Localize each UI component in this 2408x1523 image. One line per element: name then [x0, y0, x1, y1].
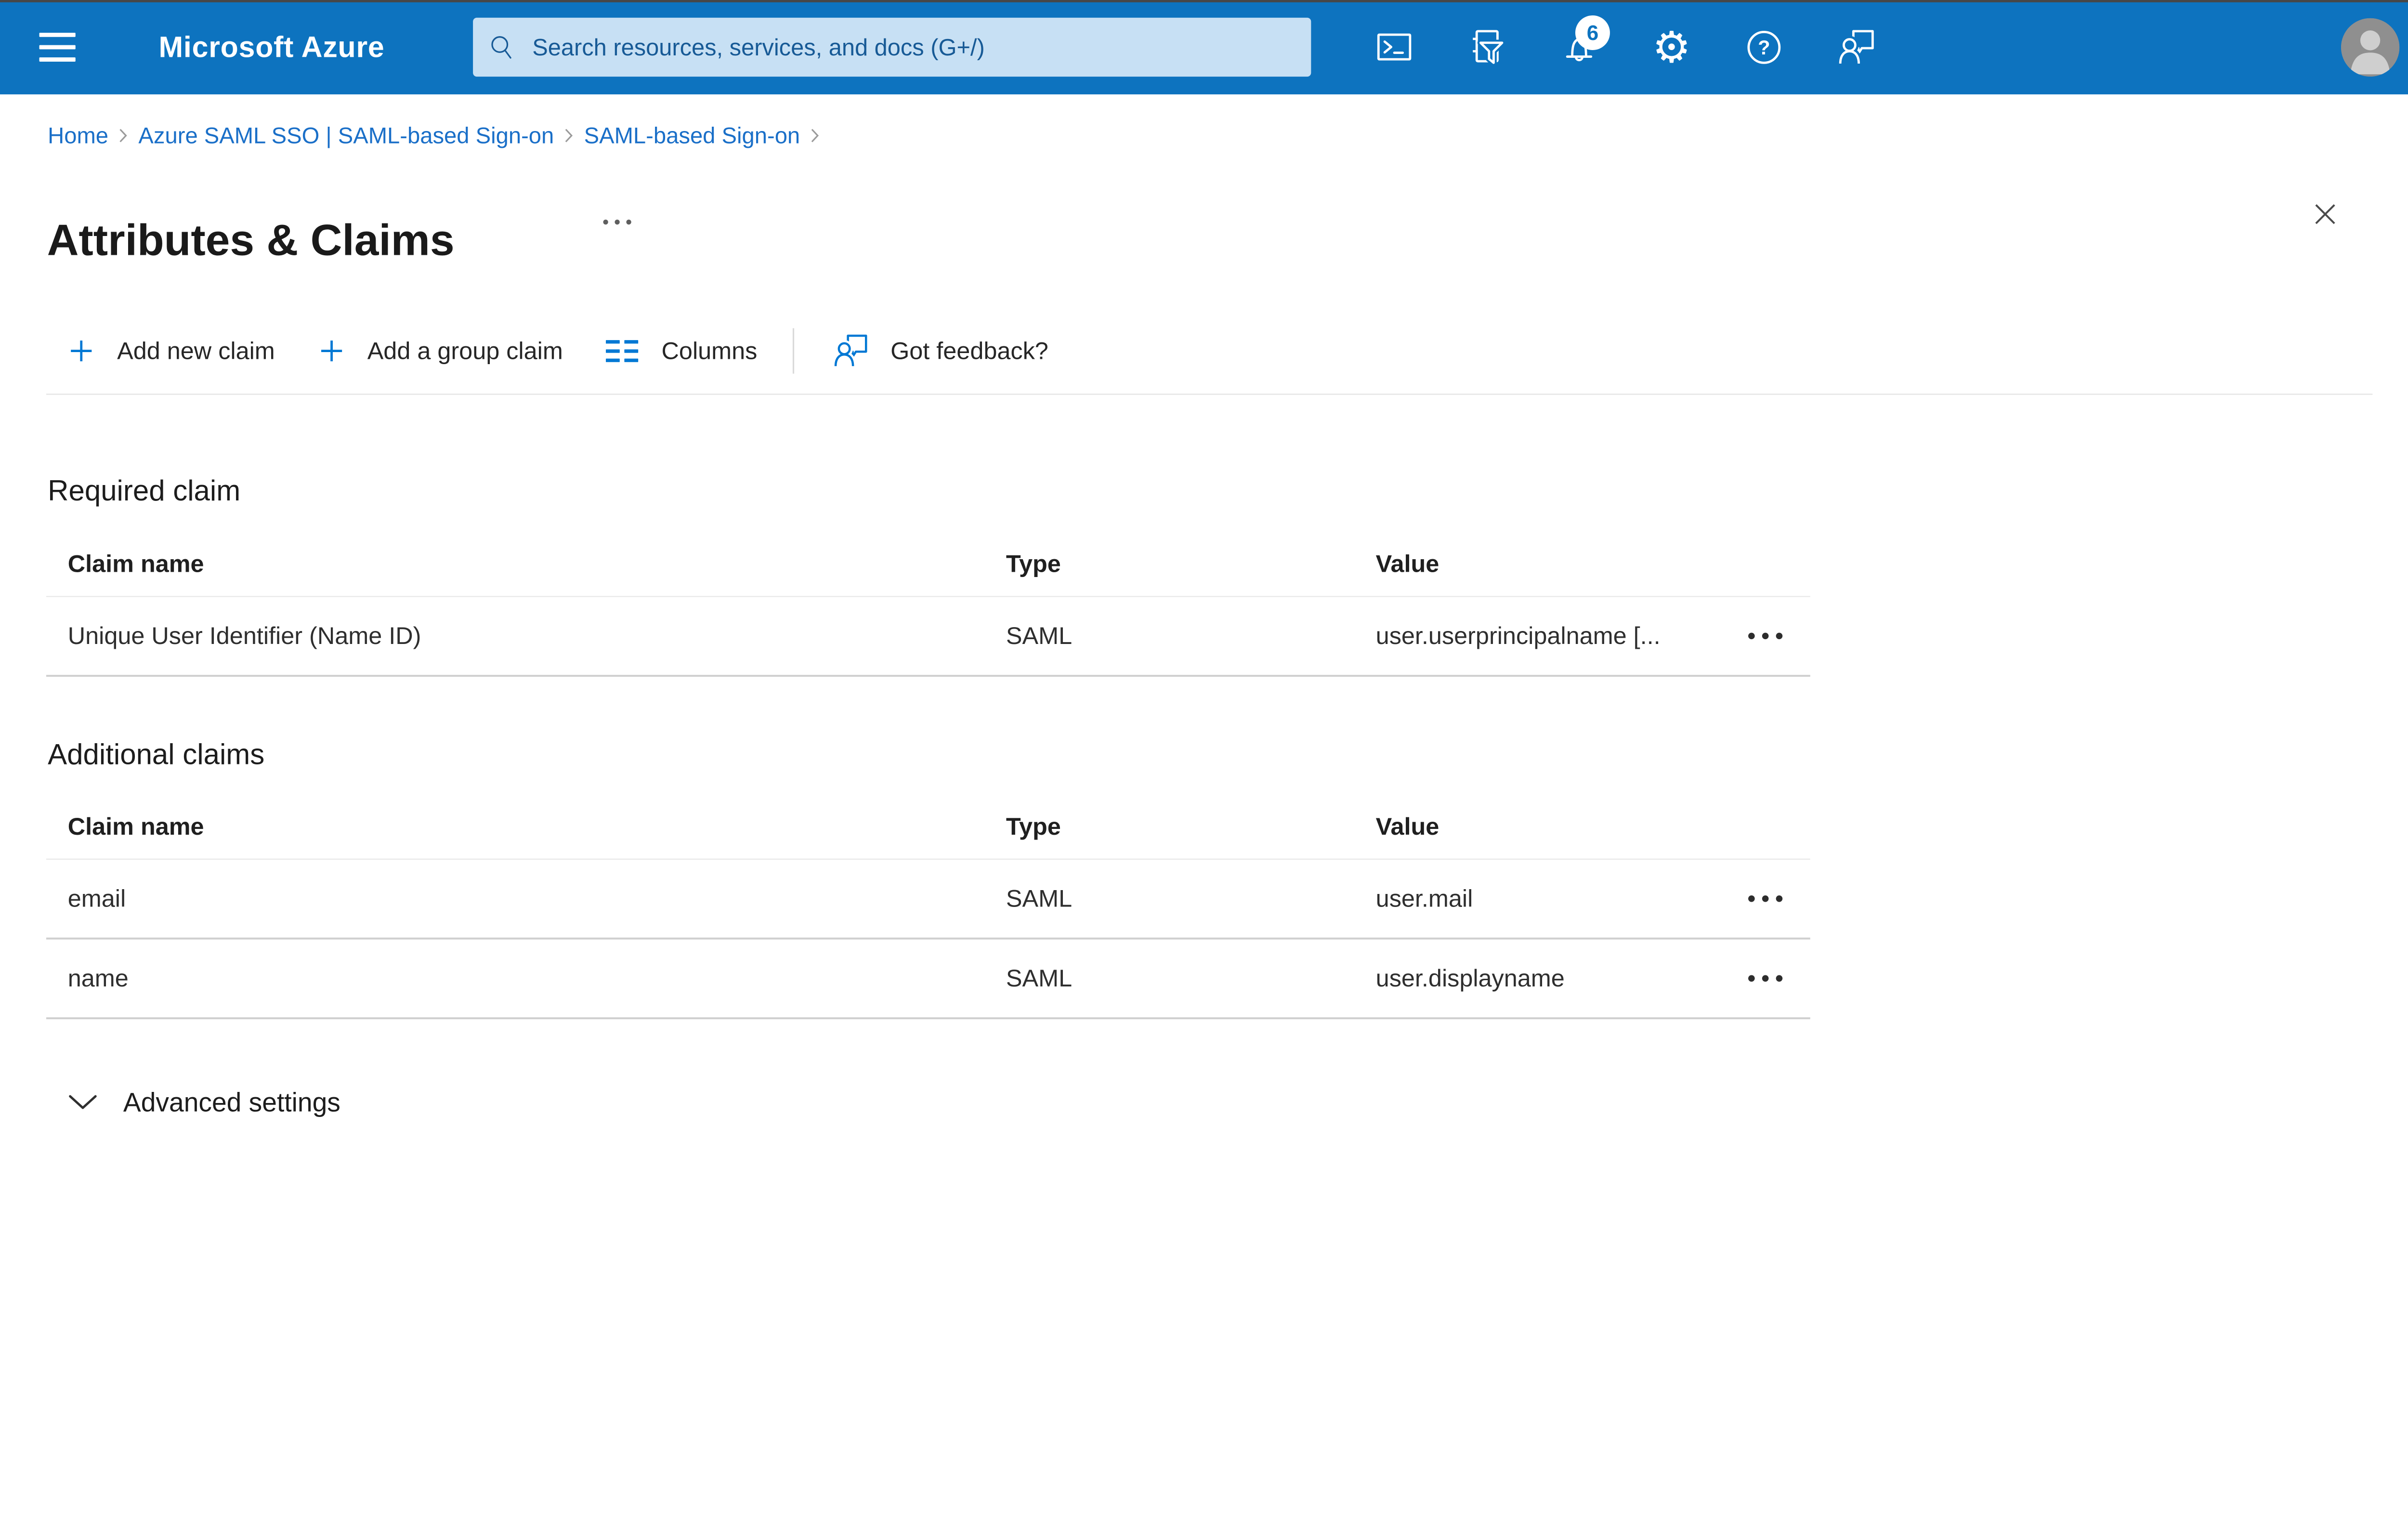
help-icon[interactable]: ?: [1718, 0, 1810, 94]
table-row[interactable]: email SAML user.mail: [46, 860, 1810, 940]
claim-name-cell: name: [67, 965, 129, 992]
table-header-row: Claim name Type Value: [46, 532, 1810, 597]
brand-title[interactable]: Microsoft Azure: [158, 0, 384, 94]
column-header-value: Value: [1375, 813, 1440, 840]
feedback-person-icon: [833, 333, 869, 369]
user-avatar[interactable]: [2341, 18, 2400, 77]
claim-name-cell: Unique User Identifier (Name ID): [67, 622, 421, 650]
table-row[interactable]: name SAML user.displayname: [46, 940, 1810, 1020]
additional-claims-table: Claim name Type Value email SAML user.ma…: [46, 794, 1810, 1020]
plus-icon: [69, 339, 93, 363]
notifications-bell-icon[interactable]: 6: [1533, 0, 1625, 94]
feedback-icon[interactable]: [1810, 0, 1903, 94]
chevron-right-icon: [564, 127, 574, 144]
row-actions-ellipsis-icon[interactable]: [1743, 628, 1787, 644]
required-claim-table: Claim name Type Value Unique User Identi…: [46, 532, 1810, 677]
add-group-claim-label: Add a group claim: [367, 337, 563, 365]
global-search-bar: [473, 17, 1311, 77]
claim-type-cell: SAML: [1006, 965, 1073, 992]
chevron-right-icon: [118, 127, 129, 144]
hamburger-menu-icon[interactable]: [32, 0, 82, 94]
row-actions-ellipsis-icon[interactable]: [1743, 891, 1787, 906]
close-icon[interactable]: [2312, 201, 2339, 228]
claim-type-cell: SAML: [1006, 885, 1073, 912]
topbar-actions: 6 ⚙ ?: [1348, 0, 1903, 94]
window-top-edge: [0, 0, 2408, 2]
column-header-type: Type: [1006, 550, 1061, 578]
page-context-menu-icon[interactable]: [599, 216, 635, 228]
breadcrumb-saml-signon[interactable]: SAML-based Sign-on: [584, 122, 800, 148]
got-feedback-label: Got feedback?: [890, 337, 1048, 365]
plus-icon: [320, 339, 344, 363]
add-group-claim-button[interactable]: Add a group claim: [320, 337, 563, 365]
additional-claims-heading: Additional claims: [48, 738, 265, 771]
azure-portal-page: Microsoft Azure Search resources, servic…: [0, 0, 2408, 1218]
row-actions-ellipsis-icon[interactable]: [1743, 971, 1787, 986]
search-input[interactable]: [531, 33, 1296, 61]
settings-gear-icon[interactable]: ⚙: [1625, 0, 1718, 94]
directories-filter-icon[interactable]: [1440, 0, 1533, 94]
advanced-settings-expander[interactable]: Advanced settings: [68, 1087, 340, 1117]
table-header-row: Claim name Type Value: [46, 794, 1810, 860]
columns-button[interactable]: Columns: [603, 337, 757, 365]
got-feedback-button[interactable]: Got feedback?: [833, 333, 1048, 369]
breadcrumb: Home Azure SAML SSO | SAML-based Sign-on…: [48, 122, 830, 148]
search-icon: [491, 36, 511, 59]
columns-icon: [603, 339, 641, 363]
chevron-right-icon: [810, 127, 820, 144]
columns-label: Columns: [661, 337, 758, 365]
advanced-settings-label: Advanced settings: [123, 1087, 340, 1117]
breadcrumb-home[interactable]: Home: [48, 122, 108, 148]
column-header-claim-name: Claim name: [67, 550, 204, 578]
cloud-shell-icon[interactable]: [1348, 0, 1440, 94]
breadcrumb-app-signon[interactable]: Azure SAML SSO | SAML-based Sign-on: [138, 122, 554, 148]
column-header-type: Type: [1006, 813, 1061, 840]
table-row[interactable]: Unique User Identifier (Name ID) SAML us…: [46, 597, 1810, 677]
toolbar-separator: [792, 328, 795, 374]
command-bar: Add new claim Add a group claim Columns: [69, 326, 1048, 376]
chevron-down-icon: [68, 1093, 98, 1111]
required-claim-heading: Required claim: [48, 474, 241, 507]
topbar: Microsoft Azure Search resources, servic…: [0, 0, 2408, 94]
page-title: Attributes & Claims: [47, 216, 455, 265]
add-new-claim-label: Add new claim: [117, 337, 275, 365]
add-new-claim-button[interactable]: Add new claim: [69, 337, 275, 365]
notification-badge: 6: [1575, 15, 1610, 50]
claim-type-cell: SAML: [1006, 622, 1073, 650]
claim-name-cell: email: [67, 885, 126, 912]
svg-text:?: ?: [1758, 36, 1770, 58]
column-header-claim-name: Claim name: [67, 813, 204, 840]
column-header-value: Value: [1375, 550, 1440, 578]
